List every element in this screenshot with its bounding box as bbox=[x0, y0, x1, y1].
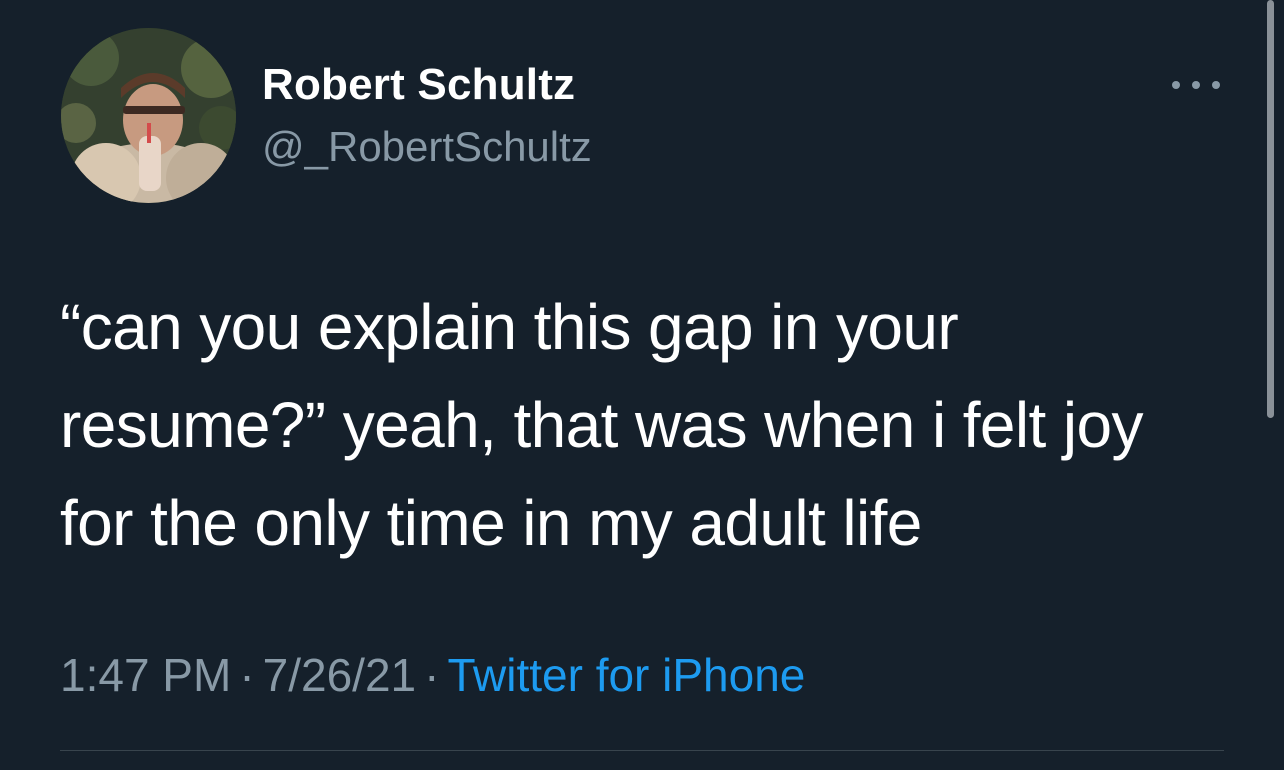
tweet-text-line: for the only time in my adult life bbox=[60, 487, 922, 559]
tweet-date[interactable]: 7/26/21 bbox=[263, 649, 416, 701]
tweet-text-line: “can you explain this gap in your bbox=[60, 291, 959, 363]
avatar-photo-icon bbox=[61, 28, 236, 203]
tweet-text-line: resume?” yeah, that was when i felt joy bbox=[60, 389, 1144, 461]
tweet-time[interactable]: 1:47 PM bbox=[60, 649, 231, 701]
divider bbox=[60, 750, 1224, 751]
author-handle[interactable]: @_RobertSchultz bbox=[262, 123, 592, 171]
more-horizontal-icon bbox=[1172, 81, 1180, 89]
tweet-source-link[interactable]: Twitter for iPhone bbox=[447, 649, 805, 701]
tweet-meta: 1:47 PM · 7/26/21 · Twitter for iPhone bbox=[60, 648, 805, 702]
meta-separator: · bbox=[424, 649, 440, 701]
avatar[interactable] bbox=[61, 28, 236, 203]
meta-separator: · bbox=[239, 649, 255, 701]
tweet-text: “can you explain this gap in your resume… bbox=[60, 278, 1240, 572]
scrollbar[interactable] bbox=[1267, 0, 1274, 418]
tweet-detail: Robert Schultz @_RobertSchultz “can you … bbox=[0, 0, 1284, 770]
author-display-name[interactable]: Robert Schultz bbox=[262, 60, 575, 110]
more-options-button[interactable] bbox=[1172, 70, 1220, 100]
